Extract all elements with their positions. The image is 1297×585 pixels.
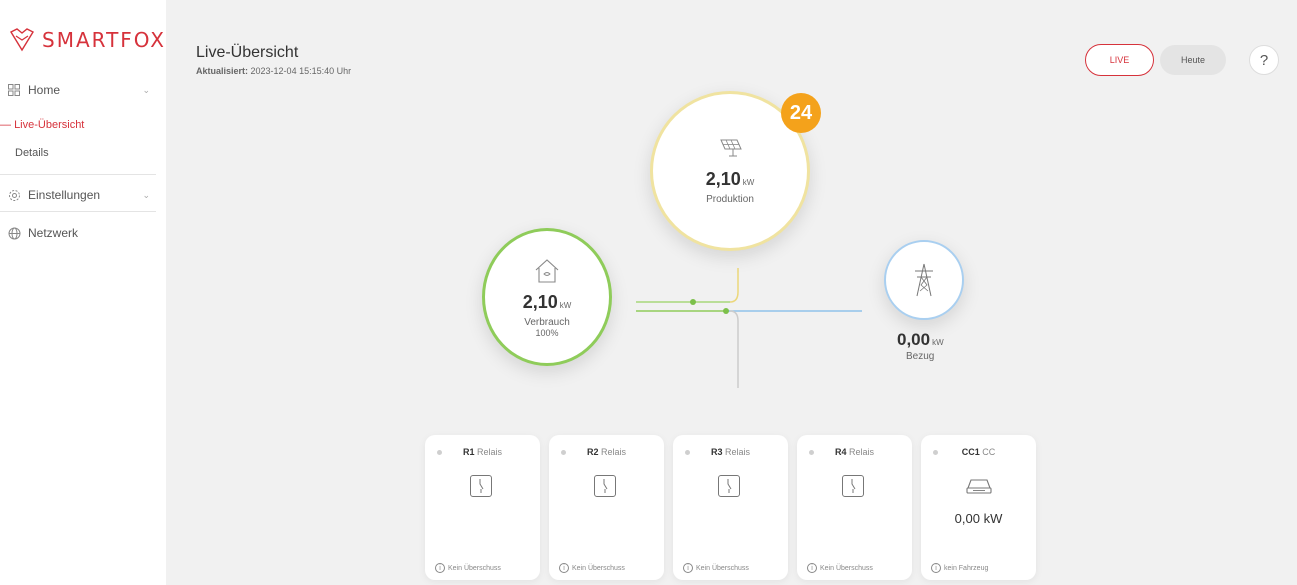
relay-card-r1[interactable]: R1 Relais i Kein Überschuss	[425, 435, 540, 580]
power-tower-icon	[915, 263, 933, 297]
info-icon: i	[435, 563, 445, 573]
switch-icon	[718, 475, 740, 497]
switch-icon	[470, 475, 492, 497]
production-value: 2,10 kW	[705, 169, 755, 189]
solar-panel-icon	[720, 139, 742, 157]
card-footer: i Kein Überschuss	[807, 563, 873, 573]
switch-icon	[842, 475, 864, 497]
production-label: Produktion	[706, 194, 754, 205]
card-footer: i Kein Überschuss	[435, 563, 501, 573]
consumption-circle[interactable]: 2,10 kW Verbrauch 100%	[482, 228, 612, 366]
card-footer: i Kein Überschuss	[559, 563, 625, 573]
flow-dot	[690, 299, 696, 305]
card-title: CC1 CC	[961, 447, 996, 457]
cc1-power-value: 0,00 kW	[954, 511, 1003, 526]
flow-dot	[723, 308, 729, 314]
grid-label: Bezug	[906, 351, 935, 362]
info-icon: i	[931, 563, 941, 573]
card-footer: i kein Fahrzeug	[931, 563, 988, 573]
card-title: R4 Relais	[834, 447, 875, 457]
card-title: R1 Relais	[462, 447, 503, 457]
card-title: R3 Relais	[710, 447, 751, 457]
consumption-value: 2,10 kW	[522, 292, 572, 312]
charge-controller-card-cc1[interactable]: CC1 CC 0,00 kW i kein Fahrzeug	[921, 435, 1036, 580]
consumption-label: Verbrauch	[524, 317, 570, 328]
grid-circle[interactable]	[884, 240, 964, 320]
card-title: R2 Relais	[586, 447, 627, 457]
relay-card-r3[interactable]: R3 Relais i Kein Überschuss	[673, 435, 788, 580]
relay-card-r4[interactable]: R4 Relais i Kein Überschuss	[797, 435, 912, 580]
info-icon: i	[807, 563, 817, 573]
grid-value: 0,00 kW	[897, 330, 944, 349]
car-icon	[966, 479, 992, 494]
consumption-percent: 100%	[535, 328, 559, 338]
info-icon: i	[559, 563, 569, 573]
info-icon: i	[683, 563, 693, 573]
card-footer: i Kein Überschuss	[683, 563, 749, 573]
house-icon	[535, 259, 559, 283]
notification-badge: 24	[781, 93, 821, 133]
switch-icon	[594, 475, 616, 497]
relay-card-r2[interactable]: R2 Relais i Kein Überschuss	[549, 435, 664, 580]
